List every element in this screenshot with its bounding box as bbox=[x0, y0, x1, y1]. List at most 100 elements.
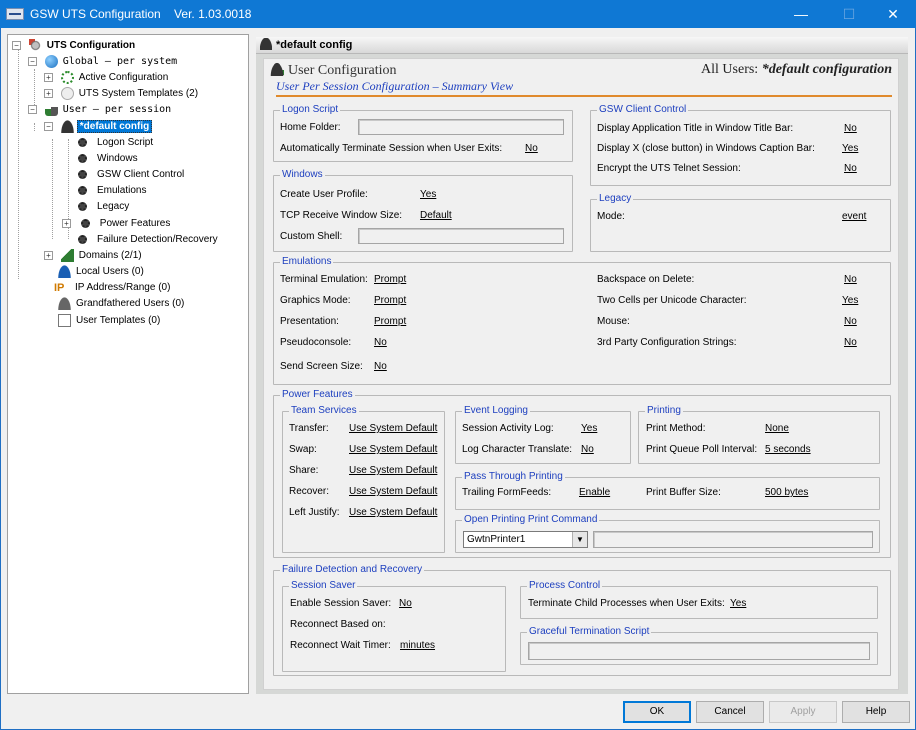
tree-item-emulations[interactable]: Emulations bbox=[78, 183, 148, 198]
reconnect-based-label: Reconnect Based on: bbox=[290, 619, 386, 630]
trailing-ff-value[interactable]: Enable bbox=[579, 487, 610, 499]
collapse-icon[interactable]: − bbox=[28, 57, 37, 66]
tcp-window-value[interactable]: Default bbox=[420, 210, 452, 222]
expand-icon[interactable]: + bbox=[62, 219, 71, 228]
group-legend: GSW Client Control bbox=[597, 104, 689, 116]
group-legend: Windows bbox=[280, 169, 325, 181]
tree-item-grandfathered-users[interactable]: Grandfathered Users (0) bbox=[58, 296, 186, 311]
auto-terminate-value[interactable]: No bbox=[525, 143, 538, 155]
char-translate-label: Log Character Translate: bbox=[462, 444, 573, 455]
print-command-field[interactable] bbox=[593, 531, 873, 548]
graceful-termination-field[interactable] bbox=[528, 642, 870, 660]
display-app-title-value[interactable]: No bbox=[844, 123, 857, 135]
terminate-child-value[interactable]: Yes bbox=[730, 598, 746, 610]
tree-label: Power Features bbox=[99, 218, 171, 229]
tree-label: Active Configuration bbox=[78, 72, 169, 83]
title-bar: GSW UTS Configuration Ver. 1.03.0018 — ☐… bbox=[0, 0, 916, 28]
pseudoconsole-value[interactable]: No bbox=[374, 337, 387, 349]
open-printing-group: Open Printing Print Command GwtnPrinter1… bbox=[455, 514, 880, 553]
tree-item-logon-script[interactable]: Logon Script bbox=[78, 135, 155, 150]
tree-label: UTS System Templates (2) bbox=[78, 88, 199, 99]
tree-item-failure-detection[interactable]: Failure Detection/Recovery bbox=[78, 232, 220, 247]
chevron-down-icon[interactable]: ▼ bbox=[572, 532, 587, 547]
maximize-button[interactable]: ☐ bbox=[826, 0, 872, 28]
tree-item-legacy[interactable]: Legacy bbox=[78, 199, 131, 214]
share-value[interactable]: Use System Default bbox=[349, 465, 437, 477]
close-button[interactable]: ✕ bbox=[870, 0, 916, 28]
encrypt-label: Encrypt the UTS Telnet Session: bbox=[597, 163, 741, 174]
display-x-label: Display X (close button) in Windows Capt… bbox=[597, 143, 815, 154]
mouse-value[interactable]: No bbox=[844, 316, 857, 328]
graphics-mode-value[interactable]: Prompt bbox=[374, 295, 406, 307]
window-title: GSW UTS Configuration Ver. 1.03.0018 bbox=[30, 7, 252, 21]
printer-select[interactable]: GwtnPrinter1 ▼ bbox=[463, 531, 588, 548]
emulations-group: Emulations Terminal Emulation: Prompt Gr… bbox=[273, 256, 891, 385]
tree-item-uts-system-templates[interactable]: + UTS System Templates (2) bbox=[44, 86, 200, 101]
pseudoconsole-label: Pseudoconsole: bbox=[280, 337, 352, 348]
team-services-group: Team Services Transfer: Use System Defau… bbox=[282, 405, 445, 553]
expand-icon[interactable]: + bbox=[44, 73, 53, 82]
buffer-size-value[interactable]: 500 bytes bbox=[765, 487, 808, 499]
terminate-child-label: Terminate Child Processes when User Exit… bbox=[528, 598, 725, 609]
tree-item-global[interactable]: − Global – per system bbox=[28, 54, 179, 69]
app-icon bbox=[6, 8, 24, 20]
group-legend: Graceful Termination Script bbox=[527, 626, 652, 638]
activity-log-value[interactable]: Yes bbox=[581, 423, 597, 435]
recover-value[interactable]: Use System Default bbox=[349, 486, 437, 498]
print-method-value[interactable]: None bbox=[765, 423, 789, 435]
poll-interval-value[interactable]: 5 seconds bbox=[765, 444, 811, 456]
third-party-value[interactable]: No bbox=[844, 337, 857, 349]
mode-value[interactable]: event bbox=[842, 211, 866, 223]
tree-item-power-features[interactable]: + Power Features bbox=[62, 216, 172, 231]
two-cells-value[interactable]: Yes bbox=[842, 295, 858, 307]
tree-item-user-templates[interactable]: User Templates (0) bbox=[58, 313, 162, 328]
tree-item-user[interactable]: − User – per session bbox=[28, 102, 173, 117]
minimize-button[interactable]: — bbox=[778, 0, 824, 28]
custom-shell-field[interactable] bbox=[358, 228, 564, 244]
enable-session-saver-value[interactable]: No bbox=[399, 598, 412, 610]
expand-icon[interactable]: + bbox=[44, 251, 53, 260]
tree-item-gsw-client-control[interactable]: GSW Client Control bbox=[78, 167, 186, 182]
tree-item-root[interactable]: − UTS Configuration bbox=[12, 38, 137, 53]
send-screen-size-value[interactable]: No bbox=[374, 361, 387, 373]
swap-value[interactable]: Use System Default bbox=[349, 444, 437, 456]
tree-item-local-users[interactable]: Local Users (0) bbox=[58, 264, 146, 279]
tree-item-default-config[interactable]: − *default config bbox=[44, 119, 153, 134]
tree-item-active-configuration[interactable]: + Active Configuration bbox=[44, 70, 170, 85]
group-legend: Process Control bbox=[527, 580, 603, 592]
gear-icon bbox=[78, 234, 87, 244]
terminal-emulation-value[interactable]: Prompt bbox=[374, 274, 406, 286]
encrypt-value[interactable]: No bbox=[844, 163, 857, 175]
graphics-mode-label: Graphics Mode: bbox=[280, 295, 351, 306]
tree-item-ip-address-range[interactable]: IP IP Address/Range (0) bbox=[54, 280, 172, 295]
collapse-icon[interactable]: − bbox=[44, 122, 53, 131]
collapse-icon[interactable]: − bbox=[28, 105, 37, 114]
terminal-emulation-label: Terminal Emulation: bbox=[280, 274, 368, 285]
logon-script-group: Logon Script Home Folder: Automatically … bbox=[273, 104, 573, 162]
left-justify-value[interactable]: Use System Default bbox=[349, 507, 437, 519]
expand-icon[interactable]: + bbox=[44, 89, 53, 98]
char-translate-value[interactable]: No bbox=[581, 444, 594, 456]
domain-icon bbox=[60, 248, 74, 262]
display-x-value[interactable]: Yes bbox=[842, 143, 858, 155]
section-title: User Configuration bbox=[270, 62, 396, 79]
config-tree[interactable]: − UTS Configuration − Global – per syste… bbox=[7, 34, 249, 694]
reconnect-wait-value[interactable]: minutes bbox=[400, 640, 435, 652]
third-party-label: 3rd Party Configuration Strings: bbox=[597, 337, 737, 348]
home-folder-field[interactable] bbox=[358, 119, 564, 135]
cancel-button[interactable]: Cancel bbox=[696, 701, 764, 723]
enable-session-saver-label: Enable Session Saver: bbox=[290, 598, 392, 609]
apply-button[interactable]: Apply bbox=[769, 701, 837, 723]
help-button[interactable]: Help bbox=[842, 701, 910, 723]
tcp-window-label: TCP Receive Window Size: bbox=[280, 210, 403, 221]
create-profile-value[interactable]: Yes bbox=[420, 189, 436, 201]
backspace-value[interactable]: No bbox=[844, 274, 857, 286]
session-saver-group: Session Saver Enable Session Saver: No R… bbox=[282, 580, 506, 672]
tree-item-windows[interactable]: Windows bbox=[78, 151, 140, 166]
trailing-ff-label: Trailing FormFeeds: bbox=[462, 487, 552, 498]
transfer-value[interactable]: Use System Default bbox=[349, 423, 437, 435]
tree-item-domains[interactable]: + Domains (2/1) bbox=[44, 248, 144, 263]
ok-button[interactable]: OK bbox=[623, 701, 691, 723]
presentation-value[interactable]: Prompt bbox=[374, 316, 406, 328]
collapse-icon[interactable]: − bbox=[12, 41, 21, 50]
